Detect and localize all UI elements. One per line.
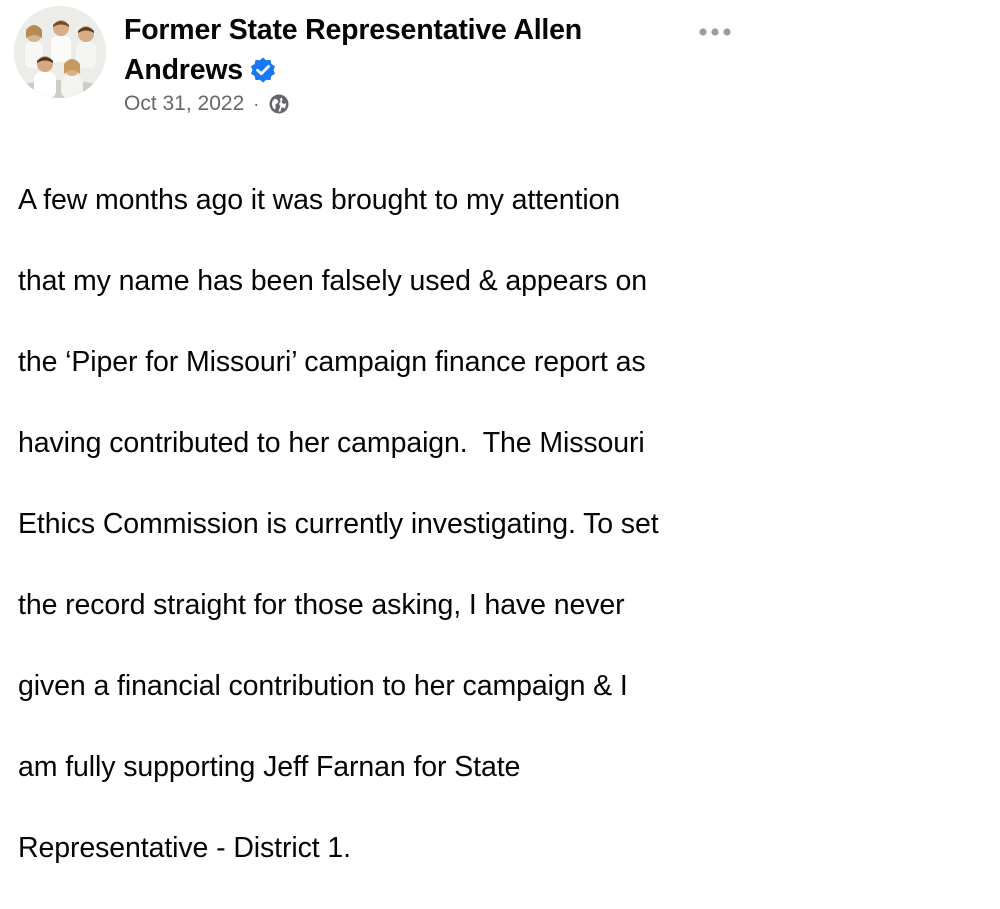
post-date[interactable]: Oct 31, 2022 [124, 92, 244, 116]
globe-icon[interactable] [268, 93, 290, 115]
author-avatar[interactable] [14, 6, 106, 98]
post-text-line: A few months ago it was brought to my at… [18, 183, 621, 216]
avatar-family-photo [14, 6, 106, 98]
verified-badge-icon [249, 55, 277, 83]
post-body: A few months ago it was brought to my at… [18, 139, 778, 909]
post-text-line: having contributed to her campaign. The … [18, 426, 645, 459]
post-text-line: am fully supporting Jeff Farnan for Stat… [18, 750, 521, 783]
post-text-line: the ‘Piper for Missouri’ campaign financ… [18, 345, 646, 378]
post-text-line: that my name has been falsely used & app… [18, 264, 648, 297]
more-options-button[interactable] [696, 20, 736, 44]
post-text-line: Ethics Commission is currently investiga… [18, 507, 659, 540]
author-name-text[interactable]: Former State Representative Allen Andrew… [124, 14, 582, 86]
post-text-line: Representative - District 1. [18, 831, 351, 864]
more-options-icon [699, 28, 731, 36]
post-text-line: given a financial contribution to her ca… [18, 669, 628, 702]
post-text-line: the record straight for those asking, I … [18, 588, 625, 621]
facebook-post: Former State Representative Allen Andrew… [0, 0, 1000, 864]
author-name[interactable]: Former State Representative Allen Andrew… [124, 10, 644, 90]
post-meta: Oct 31, 2022 · [124, 89, 290, 119]
meta-separator: · [253, 93, 260, 114]
